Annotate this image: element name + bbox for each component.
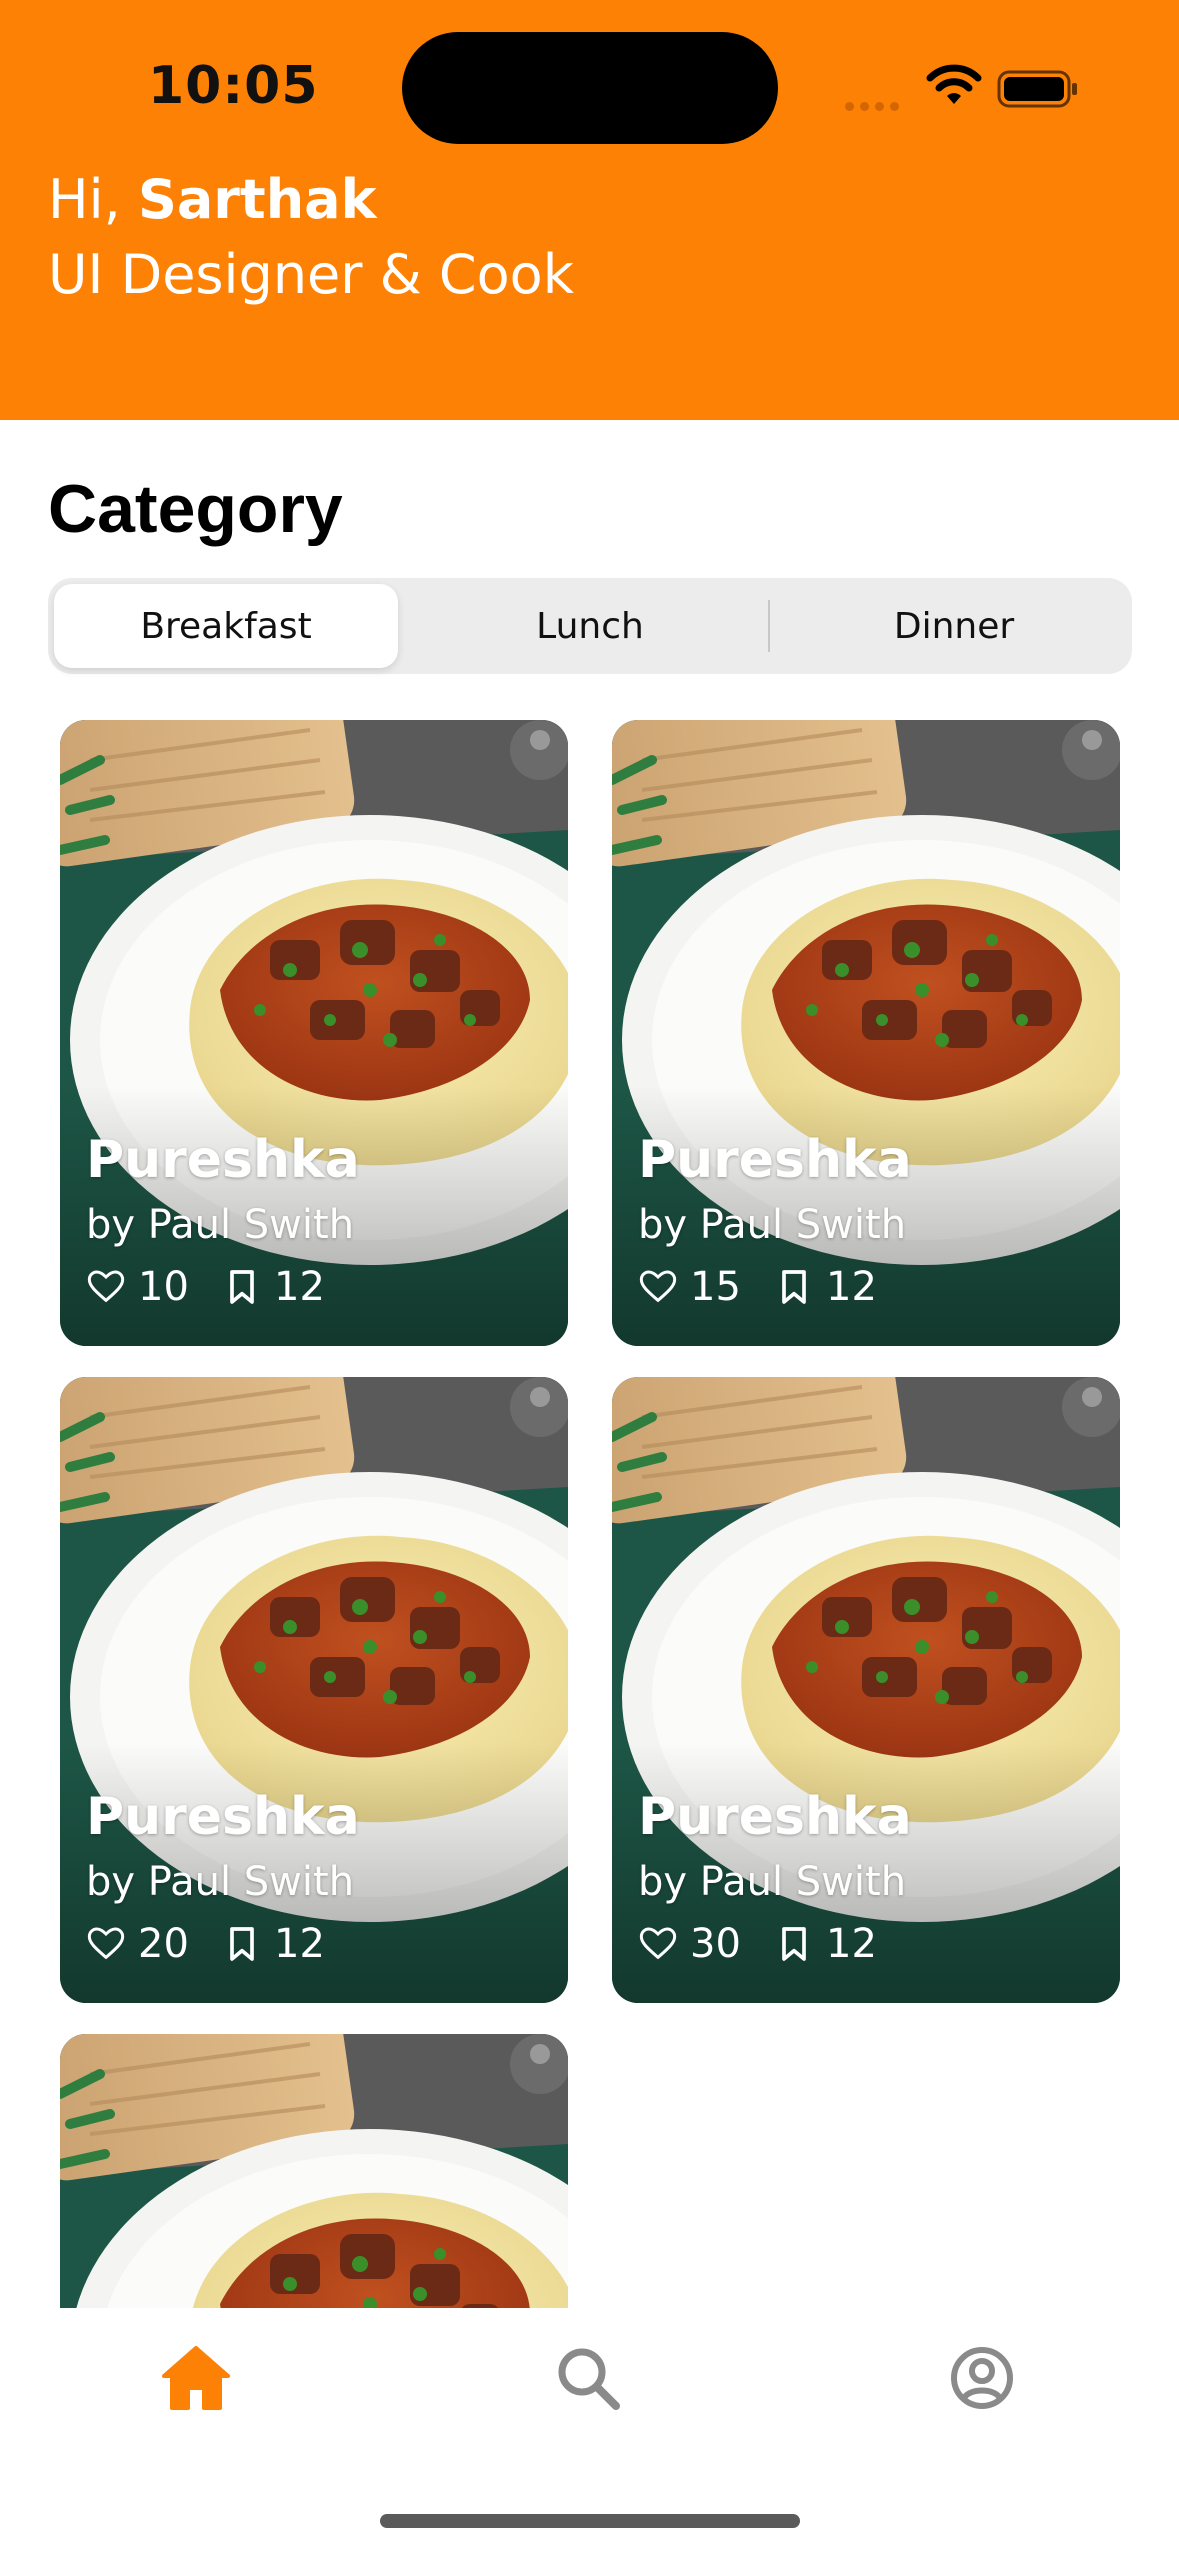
likes-count: 30 bbox=[690, 1921, 741, 1967]
recipe-card[interactable]: Pureshka by Paul Swith 15 12 bbox=[612, 720, 1120, 1346]
greeting: Hi, Sarthak bbox=[48, 168, 377, 231]
battery-icon bbox=[997, 70, 1077, 108]
bookmarks-stat[interactable]: 12 bbox=[774, 1264, 877, 1310]
bookmark-icon bbox=[222, 1924, 262, 1964]
user-role: UI Designer & Cook bbox=[48, 243, 574, 306]
bookmark-icon bbox=[222, 1267, 262, 1307]
signal-dots-icon bbox=[845, 96, 905, 115]
category-segmented-control: Breakfast Lunch Dinner bbox=[48, 578, 1132, 674]
category-title: Category bbox=[48, 471, 343, 547]
tab-lunch[interactable]: Lunch bbox=[418, 584, 762, 668]
recipe-author: by Paul Swith bbox=[638, 1202, 907, 1248]
search-icon[interactable] bbox=[548, 2338, 628, 2418]
bookmarks-count: 12 bbox=[826, 1264, 877, 1310]
recipe-name: Pureshka bbox=[638, 1787, 912, 1847]
likes-stat[interactable]: 15 bbox=[638, 1264, 741, 1310]
bookmarks-count: 12 bbox=[274, 1921, 325, 1967]
profile-icon[interactable] bbox=[942, 2338, 1022, 2418]
home-icon[interactable] bbox=[156, 2338, 236, 2418]
heart-icon bbox=[86, 1924, 126, 1964]
bookmark-icon bbox=[774, 1267, 814, 1307]
recipe-author: by Paul Swith bbox=[86, 1202, 355, 1248]
likes-count: 15 bbox=[690, 1264, 741, 1310]
bookmarks-stat[interactable]: 12 bbox=[774, 1921, 877, 1967]
recipe-card[interactable]: Pureshka by Paul Swith 10 12 bbox=[60, 720, 568, 1346]
recipe-author: by Paul Swith bbox=[86, 1859, 355, 1905]
bookmark-icon bbox=[774, 1924, 814, 1964]
dynamic-island bbox=[402, 32, 778, 144]
bookmarks-count: 12 bbox=[826, 1921, 877, 1967]
heart-icon bbox=[638, 1924, 678, 1964]
status-icons bbox=[845, 62, 1085, 112]
bookmarks-count: 12 bbox=[274, 1264, 325, 1310]
recipe-card[interactable] bbox=[60, 2034, 568, 2328]
header-banner: 10:05 Hi, Sarthak UI Designer & Cook bbox=[0, 0, 1179, 420]
greeting-prefix: Hi, bbox=[48, 168, 121, 231]
recipe-name: Pureshka bbox=[86, 1787, 360, 1847]
likes-stat[interactable]: 10 bbox=[86, 1264, 189, 1310]
food-image bbox=[60, 2034, 568, 2328]
likes-count: 20 bbox=[138, 1921, 189, 1967]
likes-count: 10 bbox=[138, 1264, 189, 1310]
status-time: 10:05 bbox=[148, 56, 319, 116]
recipe-name: Pureshka bbox=[638, 1130, 912, 1190]
recipe-card[interactable]: Pureshka by Paul Swith 20 12 bbox=[60, 1377, 568, 2003]
heart-icon bbox=[86, 1267, 126, 1307]
segment-divider bbox=[768, 600, 770, 652]
wifi-icon bbox=[926, 64, 982, 104]
tab-dinner[interactable]: Dinner bbox=[782, 584, 1126, 668]
heart-icon bbox=[638, 1267, 678, 1307]
bookmarks-stat[interactable]: 12 bbox=[222, 1264, 325, 1310]
user-name: Sarthak bbox=[137, 168, 377, 231]
home-indicator[interactable] bbox=[380, 2514, 800, 2528]
recipe-author: by Paul Swith bbox=[638, 1859, 907, 1905]
recipe-name: Pureshka bbox=[86, 1130, 360, 1190]
recipe-card[interactable]: Pureshka by Paul Swith 30 12 bbox=[612, 1377, 1120, 2003]
likes-stat[interactable]: 30 bbox=[638, 1921, 741, 1967]
bookmarks-stat[interactable]: 12 bbox=[222, 1921, 325, 1967]
likes-stat[interactable]: 20 bbox=[86, 1921, 189, 1967]
tab-breakfast[interactable]: Breakfast bbox=[54, 584, 398, 668]
